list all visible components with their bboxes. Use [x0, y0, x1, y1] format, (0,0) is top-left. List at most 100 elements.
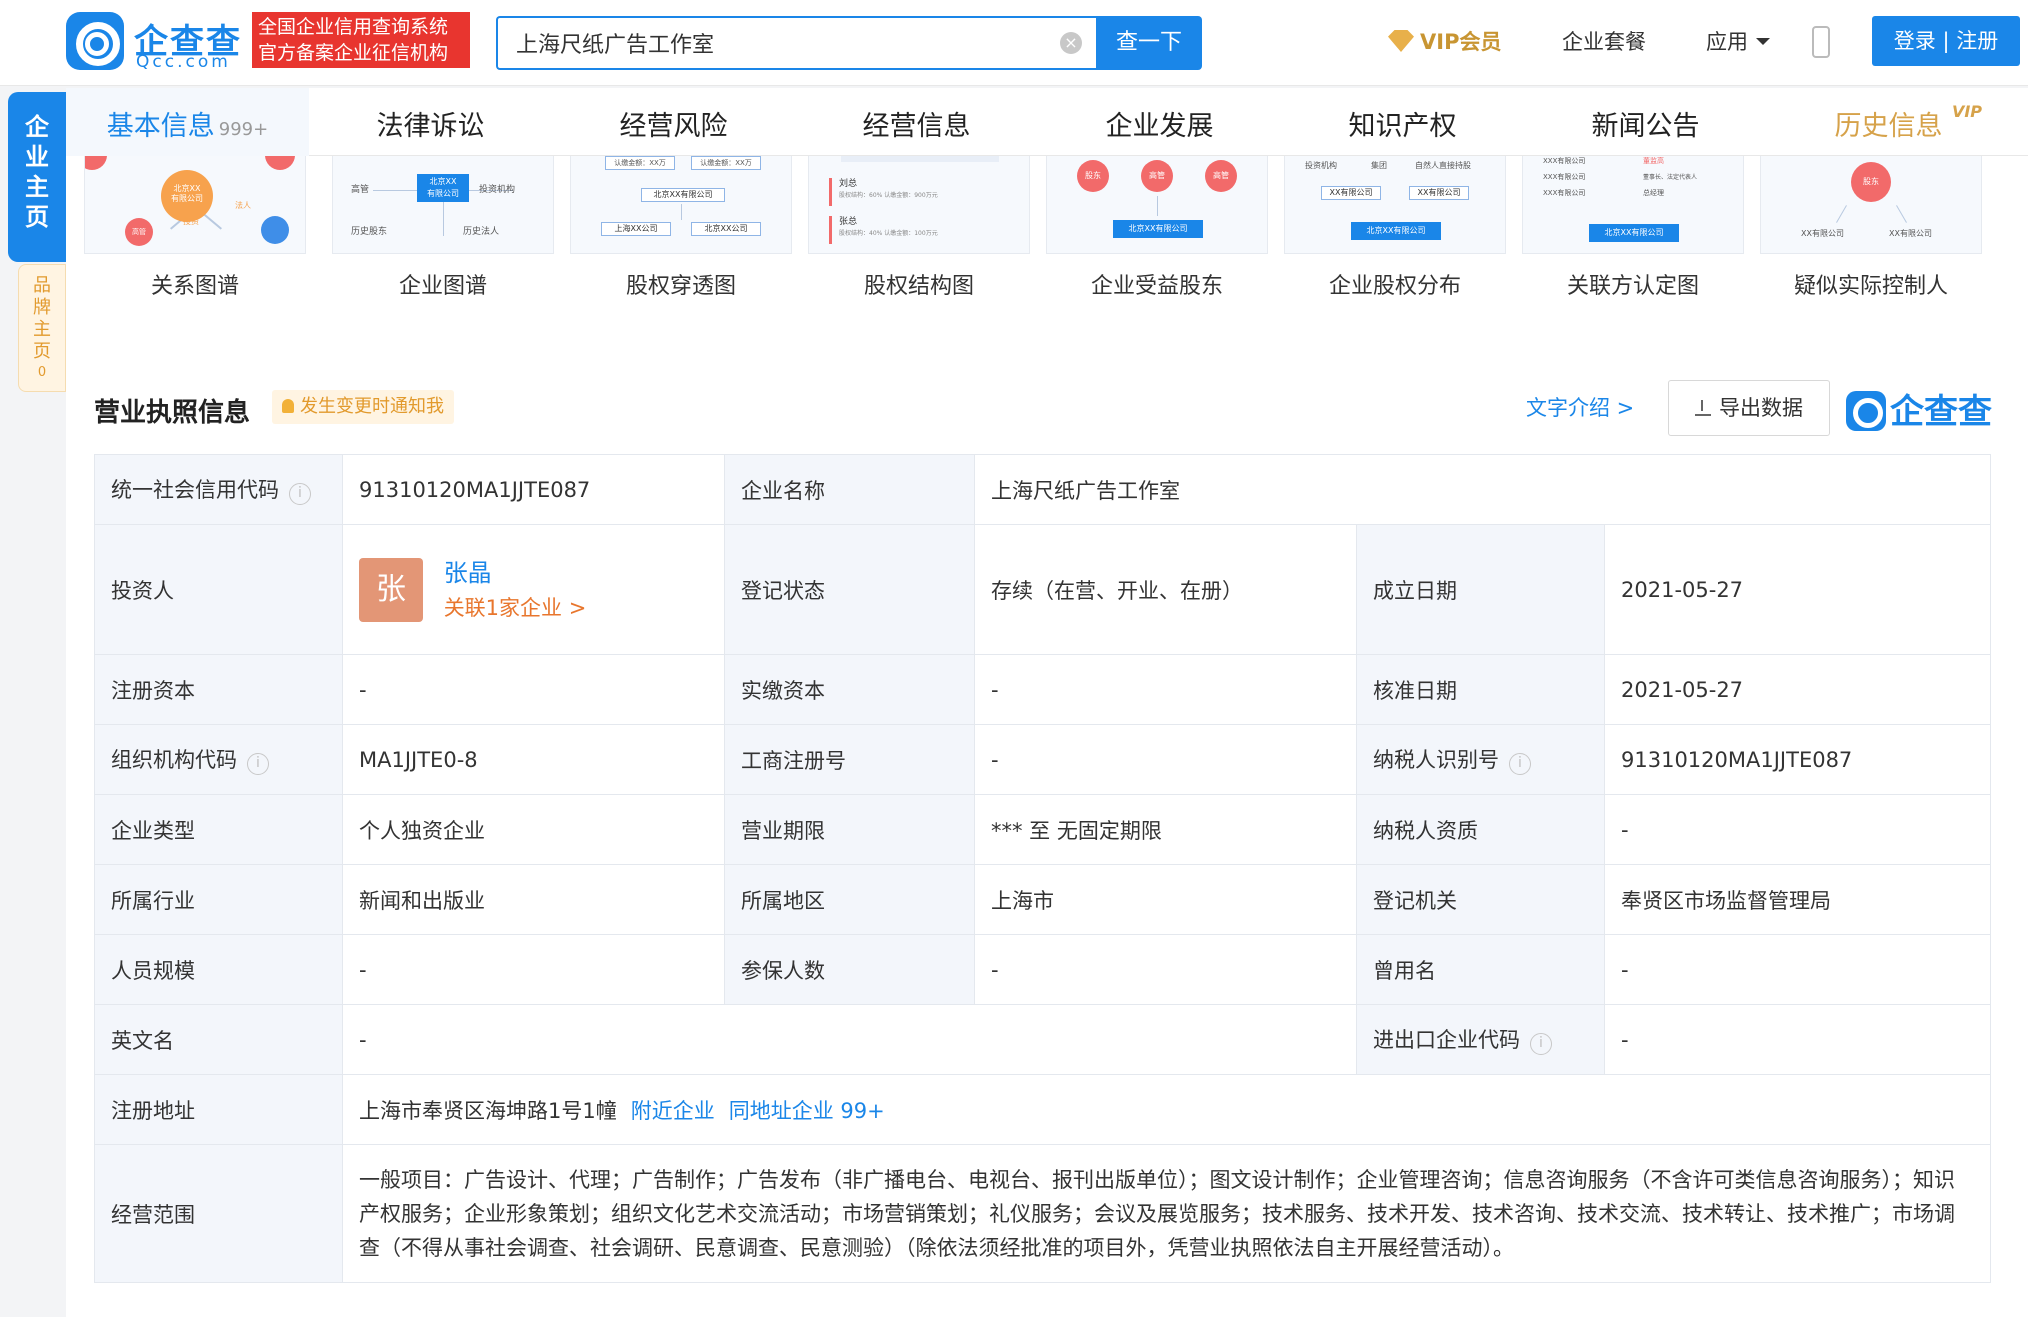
table-row: 人员规模 - 参保人数 - 曾用名 - [94, 934, 1991, 1005]
tab-operation[interactable]: 经营信息 [795, 104, 1038, 143]
side-tab-brand-home-label: 品牌主页 [33, 275, 51, 362]
text-intro-link[interactable]: 文字介绍 > [1526, 392, 1634, 422]
diamond-icon [1388, 30, 1414, 52]
clear-icon[interactable]: × [1060, 32, 1082, 54]
graph-text: 法人 [235, 201, 251, 210]
graph-text: XXX有限公司 [1543, 173, 1586, 181]
caret-down-icon [1756, 38, 1770, 45]
mobile-phone-icon[interactable] [1812, 26, 1830, 58]
tab-development[interactable]: 企业发展 [1038, 104, 1281, 143]
tab-ip[interactable]: 知识产权 [1281, 104, 1524, 143]
tab-basic-info[interactable]: 基本信息 999+ [66, 88, 309, 156]
related-company-link[interactable]: 关联1家企业 > [444, 591, 587, 625]
export-label: 导出数据 [1719, 396, 1803, 420]
region-label: 所属地区 [724, 864, 975, 935]
graph-text: XXX有限公司 [1543, 189, 1586, 197]
same-address-link[interactable]: 同地址企业 99+ [729, 1099, 885, 1123]
graph-text: 北京XX公司 [691, 222, 761, 236]
english-name-value: - [342, 1004, 1357, 1075]
graph-text: 历史法人 [463, 227, 500, 237]
paid-capital-label: 实缴资本 [724, 654, 975, 725]
authority-value: 奉贤区市场监督管理局 [1604, 864, 1991, 935]
tab-history[interactable]: 历史信息 VIP [1767, 102, 2010, 143]
vip-label: VIP会员 [1420, 30, 1502, 54]
investor-cell: 张 张晶 关联1家企业 > [342, 524, 725, 655]
investor-name-link[interactable]: 张晶 [444, 555, 587, 591]
vip-member-link[interactable]: VIP会员 [1388, 26, 1501, 56]
graph-text: 张总 [839, 217, 858, 227]
tab-risk[interactable]: 经营风险 [552, 104, 795, 143]
graph-label: 关联方认定图 [1566, 274, 1699, 299]
reg-status-label: 登记状态 [724, 524, 975, 655]
taxpayer-qual-label: 纳税人资质 [1356, 794, 1605, 865]
company-type-label: 企业类型 [94, 794, 343, 865]
org-code-value: MA1JJTE0-8 [342, 724, 725, 795]
qcc-brand-logo: 企查查 [1846, 384, 1992, 432]
former-name-value: - [1604, 934, 1991, 1005]
notify-change-button[interactable]: 发生变更时通知我 [272, 390, 454, 424]
org-code-label: 组织机构代码 i [94, 724, 343, 795]
info-icon[interactable]: i [289, 483, 311, 505]
info-icon[interactable]: i [1509, 753, 1531, 775]
side-tab-company-home[interactable]: 企业主页 [8, 92, 66, 262]
qcc-logo-icon [66, 12, 124, 70]
search-button[interactable]: 查一下 [1096, 16, 1202, 70]
graph-thumbnail: 刘总 股权结构：60% 认缴金额：900万元 张总 股权结构：40% 认缴金额：… [808, 156, 1030, 254]
graph-thumbnail: 股东 高管 高管 北京XX有限公司 [1046, 156, 1268, 254]
table-row: 经营范围 一般项目：广告设计、代理；广告制作；广告发布（非广播电台、电视台、报刊… [94, 1144, 1991, 1283]
founded-label: 成立日期 [1356, 524, 1605, 655]
graph-text: 北京XX有限公司 [1351, 222, 1441, 240]
graph-label: 股权穿透图 [625, 274, 736, 299]
nav-apps-dropdown[interactable]: 应用 [1706, 26, 1770, 56]
nearby-companies-link[interactable]: 附近企业 [631, 1099, 715, 1123]
graph-text: 北京XX [429, 177, 457, 186]
brand-text: 企查查 [1890, 392, 1992, 432]
graph-text: 北京XX有限公司 [1113, 220, 1203, 238]
tab-legal[interactable]: 法律诉讼 [309, 104, 552, 143]
login-register-button[interactable]: 登录 | 注册 [1872, 16, 2020, 66]
graph-text: 投资机构 [479, 185, 516, 195]
slogan-line-1: 全国企业信用查询系统 [258, 16, 449, 38]
taxpayer-id-label: 纳税人识别号 i [1356, 724, 1605, 795]
search-box: × [496, 16, 1096, 70]
graph-text: 有限公司 [171, 194, 203, 203]
section-title: 营业执照信息 [94, 398, 251, 428]
graph-text: 集团 [1371, 161, 1387, 170]
taxpayer-id-value: 91310120MA1JJTE087 [1604, 724, 1991, 795]
info-icon[interactable]: i [1530, 1033, 1552, 1055]
export-data-button[interactable]: 导出数据 [1668, 380, 1830, 436]
table-row: 组织机构代码 i MA1JJTE0-8 工商注册号 - 纳税人识别号 i 91310… [94, 724, 1991, 795]
biz-term-label: 营业期限 [724, 794, 975, 865]
graph-text: XX有限公司 [1889, 229, 1932, 238]
investor-info: 张晶 关联1家企业 > [444, 555, 587, 625]
graph-text: 认缴金额：XX万 [691, 156, 761, 170]
graph-text: 股东 [1077, 160, 1109, 192]
info-icon[interactable]: i [247, 753, 269, 775]
graph-label: 企业图谱 [398, 274, 487, 299]
graph-text: 刘总 [839, 179, 858, 189]
scope-label: 经营范围 [94, 1144, 343, 1283]
graph-text: 投资机构 [1305, 161, 1337, 170]
biz-reg-no-label: 工商注册号 [724, 724, 975, 795]
staff-size-label: 人员规模 [94, 934, 343, 1005]
graph-text: 股东 [1851, 162, 1891, 202]
main-content: 基本信息 999+ 法律诉讼 经营风险 经营信息 企业发展 知识产权 新闻公告 历… [66, 88, 2028, 1317]
graph-text: XX有限公司 [1321, 186, 1381, 200]
side-tab-brand-home[interactable]: 品牌主页 0 [18, 264, 66, 392]
slogan-badge: 全国企业信用查询系统 官方备案企业征信机构 [252, 12, 470, 68]
label-text: 进出口企业代码 [1373, 1028, 1520, 1052]
reg-capital-value: - [342, 654, 725, 725]
graph-text: 历史股东 [351, 227, 388, 237]
label-text: 统一社会信用代码 [111, 478, 279, 502]
table-row: 投资人 张 张晶 关联1家企业 > 登记状态 存续（在营、开业、在册） 成立日期… [94, 524, 1991, 655]
qcc-logo[interactable]: 企查查 Qcc.com [66, 12, 244, 72]
search-input[interactable] [516, 28, 1036, 58]
nav-apps-label: 应用 [1706, 30, 1748, 54]
graph-text: 认缴金额：XX万 [605, 156, 675, 170]
graph-text: 上海XX公司 [601, 222, 671, 236]
nav-enterprise-package[interactable]: 企业套餐 [1562, 26, 1646, 56]
bell-icon [282, 399, 294, 413]
tab-news[interactable]: 新闻公告 [1524, 104, 1767, 143]
former-name-label: 曾用名 [1356, 934, 1605, 1005]
biz-term-value: *** 至 无固定期限 [974, 794, 1357, 865]
